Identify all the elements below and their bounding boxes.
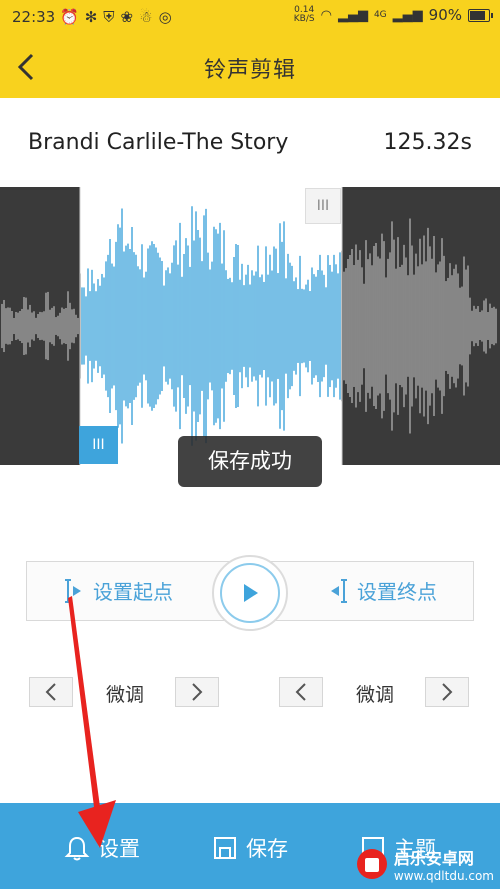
start-drag-handle[interactable]: III [79, 426, 118, 464]
header: 铃声剪辑 [0, 36, 500, 98]
song-title: Brandi Carlile-The Story [28, 130, 289, 155]
play-button[interactable] [212, 555, 288, 631]
waveform-graphic[interactable] [0, 187, 500, 465]
end-marker-icon [331, 578, 347, 603]
watermark-url: www.qdltdu.com [393, 869, 494, 883]
end-tune-label: 微调 [356, 684, 395, 706]
start-marker-icon [65, 578, 81, 603]
end-tune-left-button[interactable] [279, 677, 323, 707]
status-time: 22:33 [12, 8, 56, 26]
song-duration: 125.32s [383, 130, 472, 155]
chevron-right-icon [442, 683, 453, 701]
status-right: 0.14 KB/S ◠ ▂▄▆ 4G ▂▄▆ 90% [293, 5, 493, 24]
alarm-icon: ⏰ [60, 8, 79, 26]
chevron-right-icon [192, 683, 203, 701]
start-tune-label: 微调 [106, 684, 145, 706]
signal-icon-2: ▂▄▆ [392, 7, 423, 23]
set-start-button[interactable]: 设置起点 [63, 576, 173, 605]
start-tune-left-button[interactable] [29, 677, 73, 707]
save-label: 保存 [246, 837, 288, 861]
end-tune-right-button[interactable] [425, 677, 469, 707]
waveform[interactable] [0, 187, 500, 465]
status-left-icons: ⏰ ✻ ⛨ ❀ ☃ ◎ [60, 8, 172, 26]
bell-icon [64, 836, 90, 861]
status-bar: 22:33 ⏰ ✻ ⛨ ❀ ☃ ◎ 0.14 KB/S ◠ ▂▄▆ 4G ▂▄▆… [0, 0, 500, 36]
save-button[interactable]: 保存 [212, 833, 288, 863]
net-speed: 0.14 KB/S [293, 5, 315, 24]
qq-icon: ☃ [139, 8, 153, 26]
play-icon [244, 584, 258, 602]
app-icon: ◎ [158, 8, 172, 26]
shield-icon: ⛨ [103, 8, 115, 26]
save-success-toast: 保存成功 [178, 436, 322, 487]
set-end-button[interactable]: 设置终点 [327, 576, 437, 605]
signal-icon: ▂▄▆ [337, 7, 368, 23]
app-notification-icon: ❀ [120, 8, 134, 26]
save-icon [214, 837, 236, 859]
battery-text: 90% [428, 6, 462, 24]
network-type: 4G [373, 10, 387, 20]
watermark-name: 启乐安卓网 [393, 849, 474, 868]
play-button-ring [220, 563, 280, 623]
chevron-left-icon [295, 683, 306, 701]
start-tune-right-button[interactable] [175, 677, 219, 707]
end-drag-handle[interactable]: III [305, 188, 341, 224]
set-end-label: 设置终点 [357, 580, 437, 604]
page-title: 铃声剪辑 [203, 58, 296, 83]
set-start-label: 设置起点 [93, 580, 173, 604]
settings-label: 设置 [98, 837, 140, 861]
battery-icon [468, 8, 493, 22]
watermark: 启乐安卓网 www.qdltdu.com [356, 845, 494, 883]
watermark-logo-icon [356, 849, 387, 879]
chevron-left-icon [45, 683, 56, 701]
settings-button[interactable]: 设置 [64, 833, 140, 863]
bluetooth-icon: ✻ [84, 8, 98, 26]
wifi-icon: ◠ [320, 7, 332, 23]
